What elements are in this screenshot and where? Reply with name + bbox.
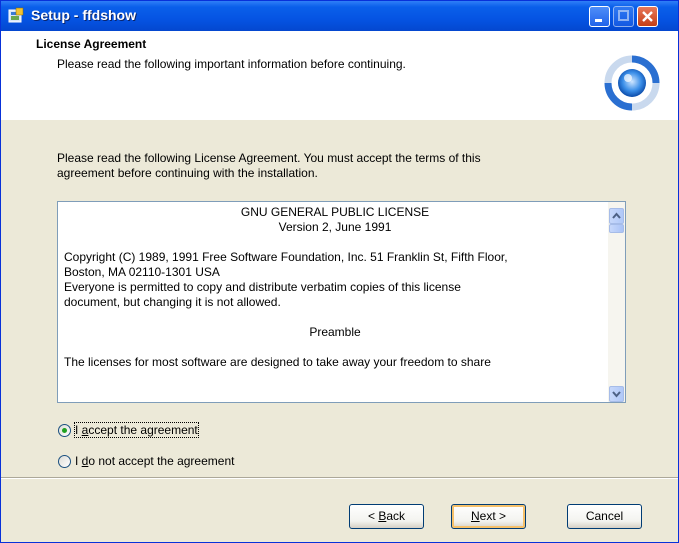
window-title: Setup - ffdshow — [31, 7, 136, 23]
scroll-up-button[interactable] — [609, 208, 624, 224]
ffdshow-logo-icon — [604, 55, 660, 111]
decline-option[interactable]: I do not accept the agreement — [58, 452, 234, 470]
page-title: License Agreement — [36, 37, 147, 51]
minimize-button[interactable] — [589, 6, 610, 27]
intro-text: Please read the following License Agreem… — [57, 151, 617, 181]
license-preamble: Preamble — [309, 325, 361, 339]
setup-app-icon — [7, 7, 25, 25]
maximize-button — [613, 6, 634, 27]
intro-line-1: Please read the following License Agreem… — [57, 151, 481, 165]
scroll-down-button[interactable] — [609, 386, 624, 402]
page-subtitle: Please read the following important info… — [57, 57, 406, 71]
license-permission-2: document, but changing it is not allowed… — [64, 295, 281, 309]
license-paragraph-1: The licenses for most software are desig… — [64, 355, 491, 369]
license-copyright-1: Copyright (C) 1989, 1991 Free Software F… — [64, 250, 508, 264]
accept-radio[interactable] — [58, 423, 71, 437]
license-textbox[interactable]: GNU GENERAL PUBLIC LICENSE Version 2, Ju… — [57, 201, 626, 403]
cancel-button[interactable]: Cancel — [567, 504, 642, 529]
title-bar[interactable]: Setup - ffdshow — [1, 1, 678, 31]
accept-label[interactable]: I accept the agreement — [74, 422, 199, 438]
footer-separator — [1, 477, 678, 479]
next-button[interactable]: Next > — [451, 504, 526, 529]
license-scrollbar[interactable] — [608, 202, 625, 402]
license-text: GNU GENERAL PUBLIC LICENSE Version 2, Ju… — [64, 205, 606, 370]
license-permission-1: Everyone is permitted to copy and distri… — [64, 280, 461, 294]
back-button[interactable]: < Back — [349, 504, 424, 529]
license-copyright-2: Boston, MA 02110-1301 USA — [64, 265, 220, 279]
close-button[interactable] — [637, 6, 658, 27]
radio-selected-dot — [62, 427, 67, 433]
setup-window: Setup - ffdshow License Agreement Please… — [0, 0, 679, 543]
header-separator — [1, 119, 678, 120]
license-version: Version 2, June 1991 — [278, 220, 392, 234]
license-heading: GNU GENERAL PUBLIC LICENSE — [240, 205, 430, 219]
accept-option[interactable]: I accept the agreement — [58, 421, 199, 439]
intro-line-2: agreement before continuing with the ins… — [57, 166, 318, 180]
scroll-thumb[interactable] — [609, 224, 624, 233]
decline-radio[interactable] — [58, 454, 71, 468]
decline-label[interactable]: I do not accept the agreement — [75, 454, 234, 468]
